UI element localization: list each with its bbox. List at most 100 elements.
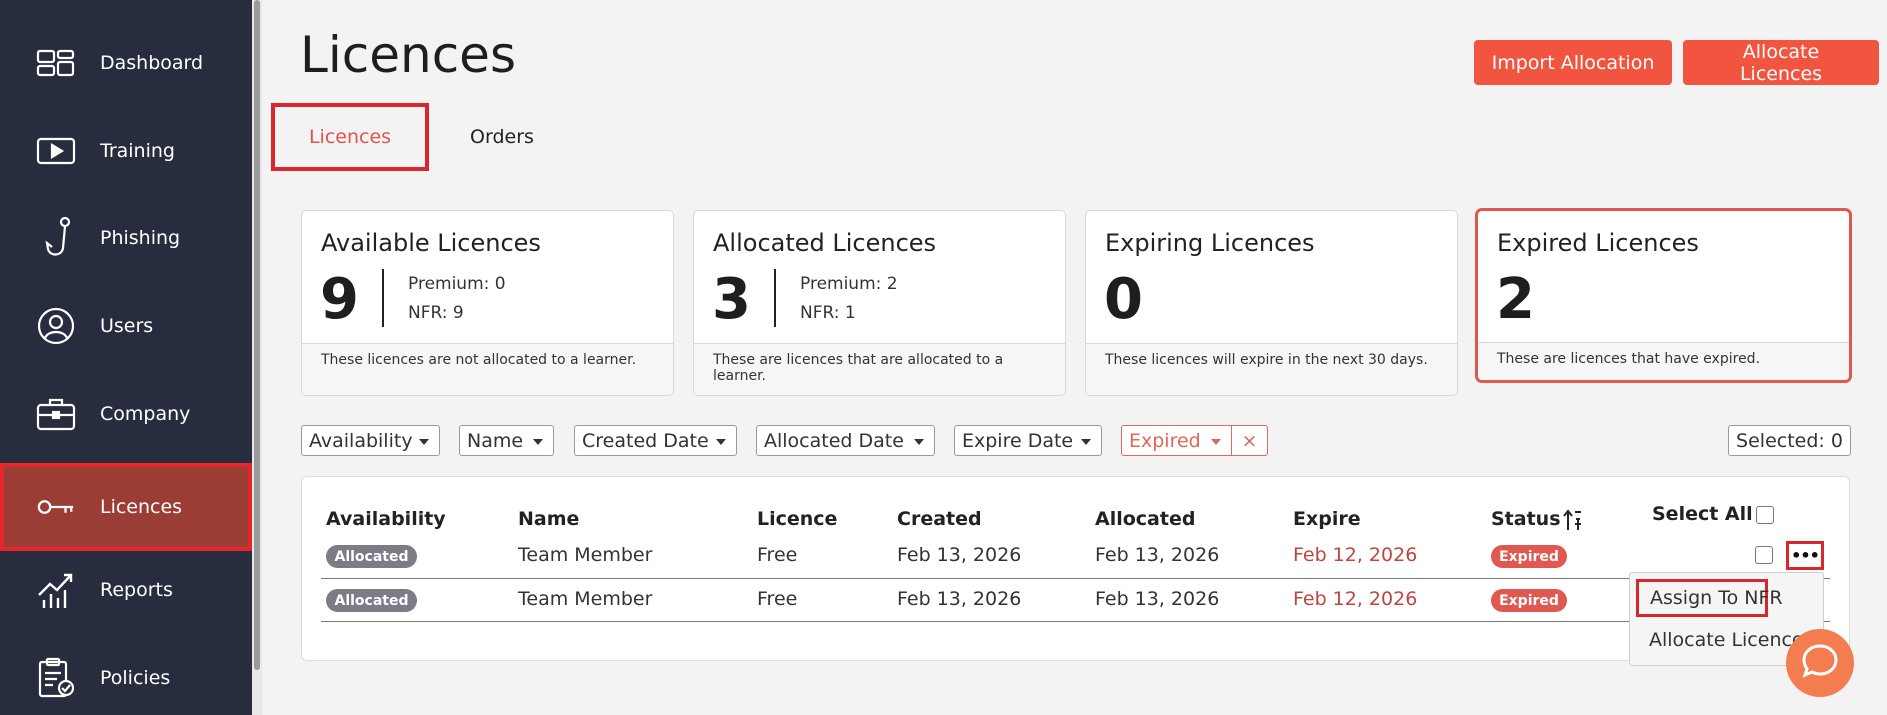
filter-label: Expired (1129, 429, 1201, 452)
card-title: Allocated Licences (713, 229, 937, 257)
expire-cell: Feb 12, 2026 (1293, 588, 1418, 610)
hook-icon (36, 216, 76, 258)
column-header-created[interactable]: Created (897, 508, 982, 530)
play-icon (36, 131, 76, 171)
column-header-availability[interactable]: Availability (326, 508, 446, 530)
dashboard-icon (36, 43, 76, 83)
tab-licences[interactable]: Licences (271, 103, 429, 171)
card-description: These are licences that are allocated to… (694, 343, 1065, 395)
chart-icon (36, 570, 76, 610)
expired-licences-card[interactable]: Expired Licences 2 These are licences th… (1475, 208, 1852, 383)
allocated-date-filter[interactable]: Allocated Date (756, 425, 935, 456)
created-cell: Feb 13, 2026 (897, 588, 1022, 610)
filter-label: Expire Date (962, 429, 1074, 452)
row-divider (321, 578, 1830, 579)
chat-bubble-icon (1801, 643, 1839, 683)
name-cell: Team Member (518, 588, 653, 610)
import-allocation-button[interactable]: Import Allocation (1474, 40, 1672, 85)
sidebar-item-label: Users (100, 315, 154, 337)
premium-count: Premium: 2 (800, 274, 898, 294)
sidebar-item-label: Licences (100, 496, 183, 518)
select-all-checkbox[interactable] (1756, 506, 1774, 524)
sidebar-item-label: Phishing (100, 227, 181, 249)
card-description: These licences are not allocated to a le… (302, 343, 673, 395)
sidebar-item-reports[interactable]: Reports (0, 546, 252, 634)
help-chat-button[interactable] (1786, 629, 1854, 697)
caret-down-icon (533, 439, 543, 445)
assign-to-nfr-menu-item[interactable]: Assign To NFR (1636, 579, 1783, 617)
clear-status-filter-button[interactable]: × (1231, 425, 1268, 456)
caret-down-icon (1081, 439, 1091, 445)
expiring-licences-card: Expiring Licences 0 These licences will … (1085, 210, 1458, 396)
sort-ascending-icon[interactable] (1563, 509, 1583, 535)
nfr-count: NFR: 1 (800, 303, 856, 323)
close-icon: × (1241, 429, 1258, 452)
licences-table (301, 476, 1850, 661)
allocated-cell: Feb 13, 2026 (1095, 588, 1220, 610)
expire-cell: Feb 12, 2026 (1293, 544, 1418, 566)
status-badge: Expired (1491, 589, 1567, 612)
row-checkbox[interactable] (1755, 546, 1773, 564)
row-actions-button[interactable]: ••• (1786, 541, 1824, 570)
sidebar-item-dashboard[interactable]: Dashboard (0, 19, 252, 107)
availability-badge: Allocated (326, 589, 417, 612)
sidebar-item-company[interactable]: Company (0, 370, 252, 458)
key-icon (36, 487, 76, 527)
column-header-allocated[interactable]: Allocated (1095, 508, 1195, 530)
card-value: 2 (1496, 267, 1535, 332)
card-description: These are licences that have expired. (1478, 342, 1849, 380)
column-header-status[interactable]: Status (1491, 508, 1561, 530)
sidebar-item-licences[interactable]: Licences (0, 463, 252, 551)
column-header-licence[interactable]: Licence (757, 508, 837, 530)
card-divider (382, 269, 384, 327)
sidebar: Dashboard Training Phishing Users Compan… (0, 0, 262, 715)
availability-badge: Allocated (326, 545, 417, 568)
column-header-expire[interactable]: Expire (1293, 508, 1361, 530)
filter-label: Availability (309, 429, 413, 452)
sidebar-item-label: Policies (100, 667, 171, 689)
created-date-filter[interactable]: Created Date (574, 425, 737, 456)
caret-down-icon (914, 439, 924, 445)
column-header-name[interactable]: Name (518, 508, 579, 530)
sidebar-item-label: Training (100, 140, 175, 162)
allocate-licences-button[interactable]: Allocate Licences (1683, 40, 1879, 85)
name-filter[interactable]: Name (459, 425, 554, 456)
clipboard-icon (36, 657, 76, 698)
licence-cell: Free (757, 544, 798, 566)
scrollbar-thumb[interactable] (254, 0, 260, 670)
card-title: Expiring Licences (1105, 229, 1315, 257)
status-filter[interactable]: Expired (1121, 425, 1232, 456)
sidebar-item-phishing[interactable]: Phishing (0, 194, 252, 282)
sidebar-item-label: Reports (100, 579, 173, 601)
card-title: Expired Licences (1497, 229, 1699, 257)
sidebar-item-users[interactable]: Users (0, 282, 252, 370)
nfr-count: NFR: 9 (408, 303, 464, 323)
sidebar-item-training[interactable]: Training (0, 107, 252, 195)
user-icon (36, 306, 76, 346)
expire-date-filter[interactable]: Expire Date (954, 425, 1102, 456)
card-title: Available Licences (321, 229, 541, 257)
tab-orders[interactable]: Orders (450, 103, 554, 171)
allocated-licences-card: Allocated Licences 3 Premium: 2 NFR: 1 T… (693, 210, 1066, 396)
caret-down-icon (419, 439, 429, 445)
availability-filter[interactable]: Availability (301, 425, 440, 456)
available-licences-card: Available Licences 9 Premium: 0 NFR: 9 T… (301, 210, 674, 396)
sidebar-item-label: Company (100, 403, 191, 425)
card-divider (774, 269, 776, 327)
selected-count: Selected: 0 (1728, 425, 1851, 456)
sidebar-scrollbar[interactable] (252, 0, 262, 715)
card-value: 0 (1104, 267, 1143, 332)
status-badge: Expired (1491, 545, 1567, 568)
briefcase-icon (36, 394, 76, 434)
card-value: 3 (712, 267, 751, 332)
sidebar-item-label: Dashboard (100, 52, 204, 74)
card-description: These licences will expire in the next 3… (1086, 343, 1457, 395)
select-all-label: Select All (1652, 503, 1753, 525)
allocated-cell: Feb 13, 2026 (1095, 544, 1220, 566)
caret-down-icon (716, 439, 726, 445)
name-cell: Team Member (518, 544, 653, 566)
page-title: Licences (300, 26, 516, 84)
created-cell: Feb 13, 2026 (897, 544, 1022, 566)
licence-cell: Free (757, 588, 798, 610)
sidebar-item-policies[interactable]: Policies (0, 634, 252, 715)
